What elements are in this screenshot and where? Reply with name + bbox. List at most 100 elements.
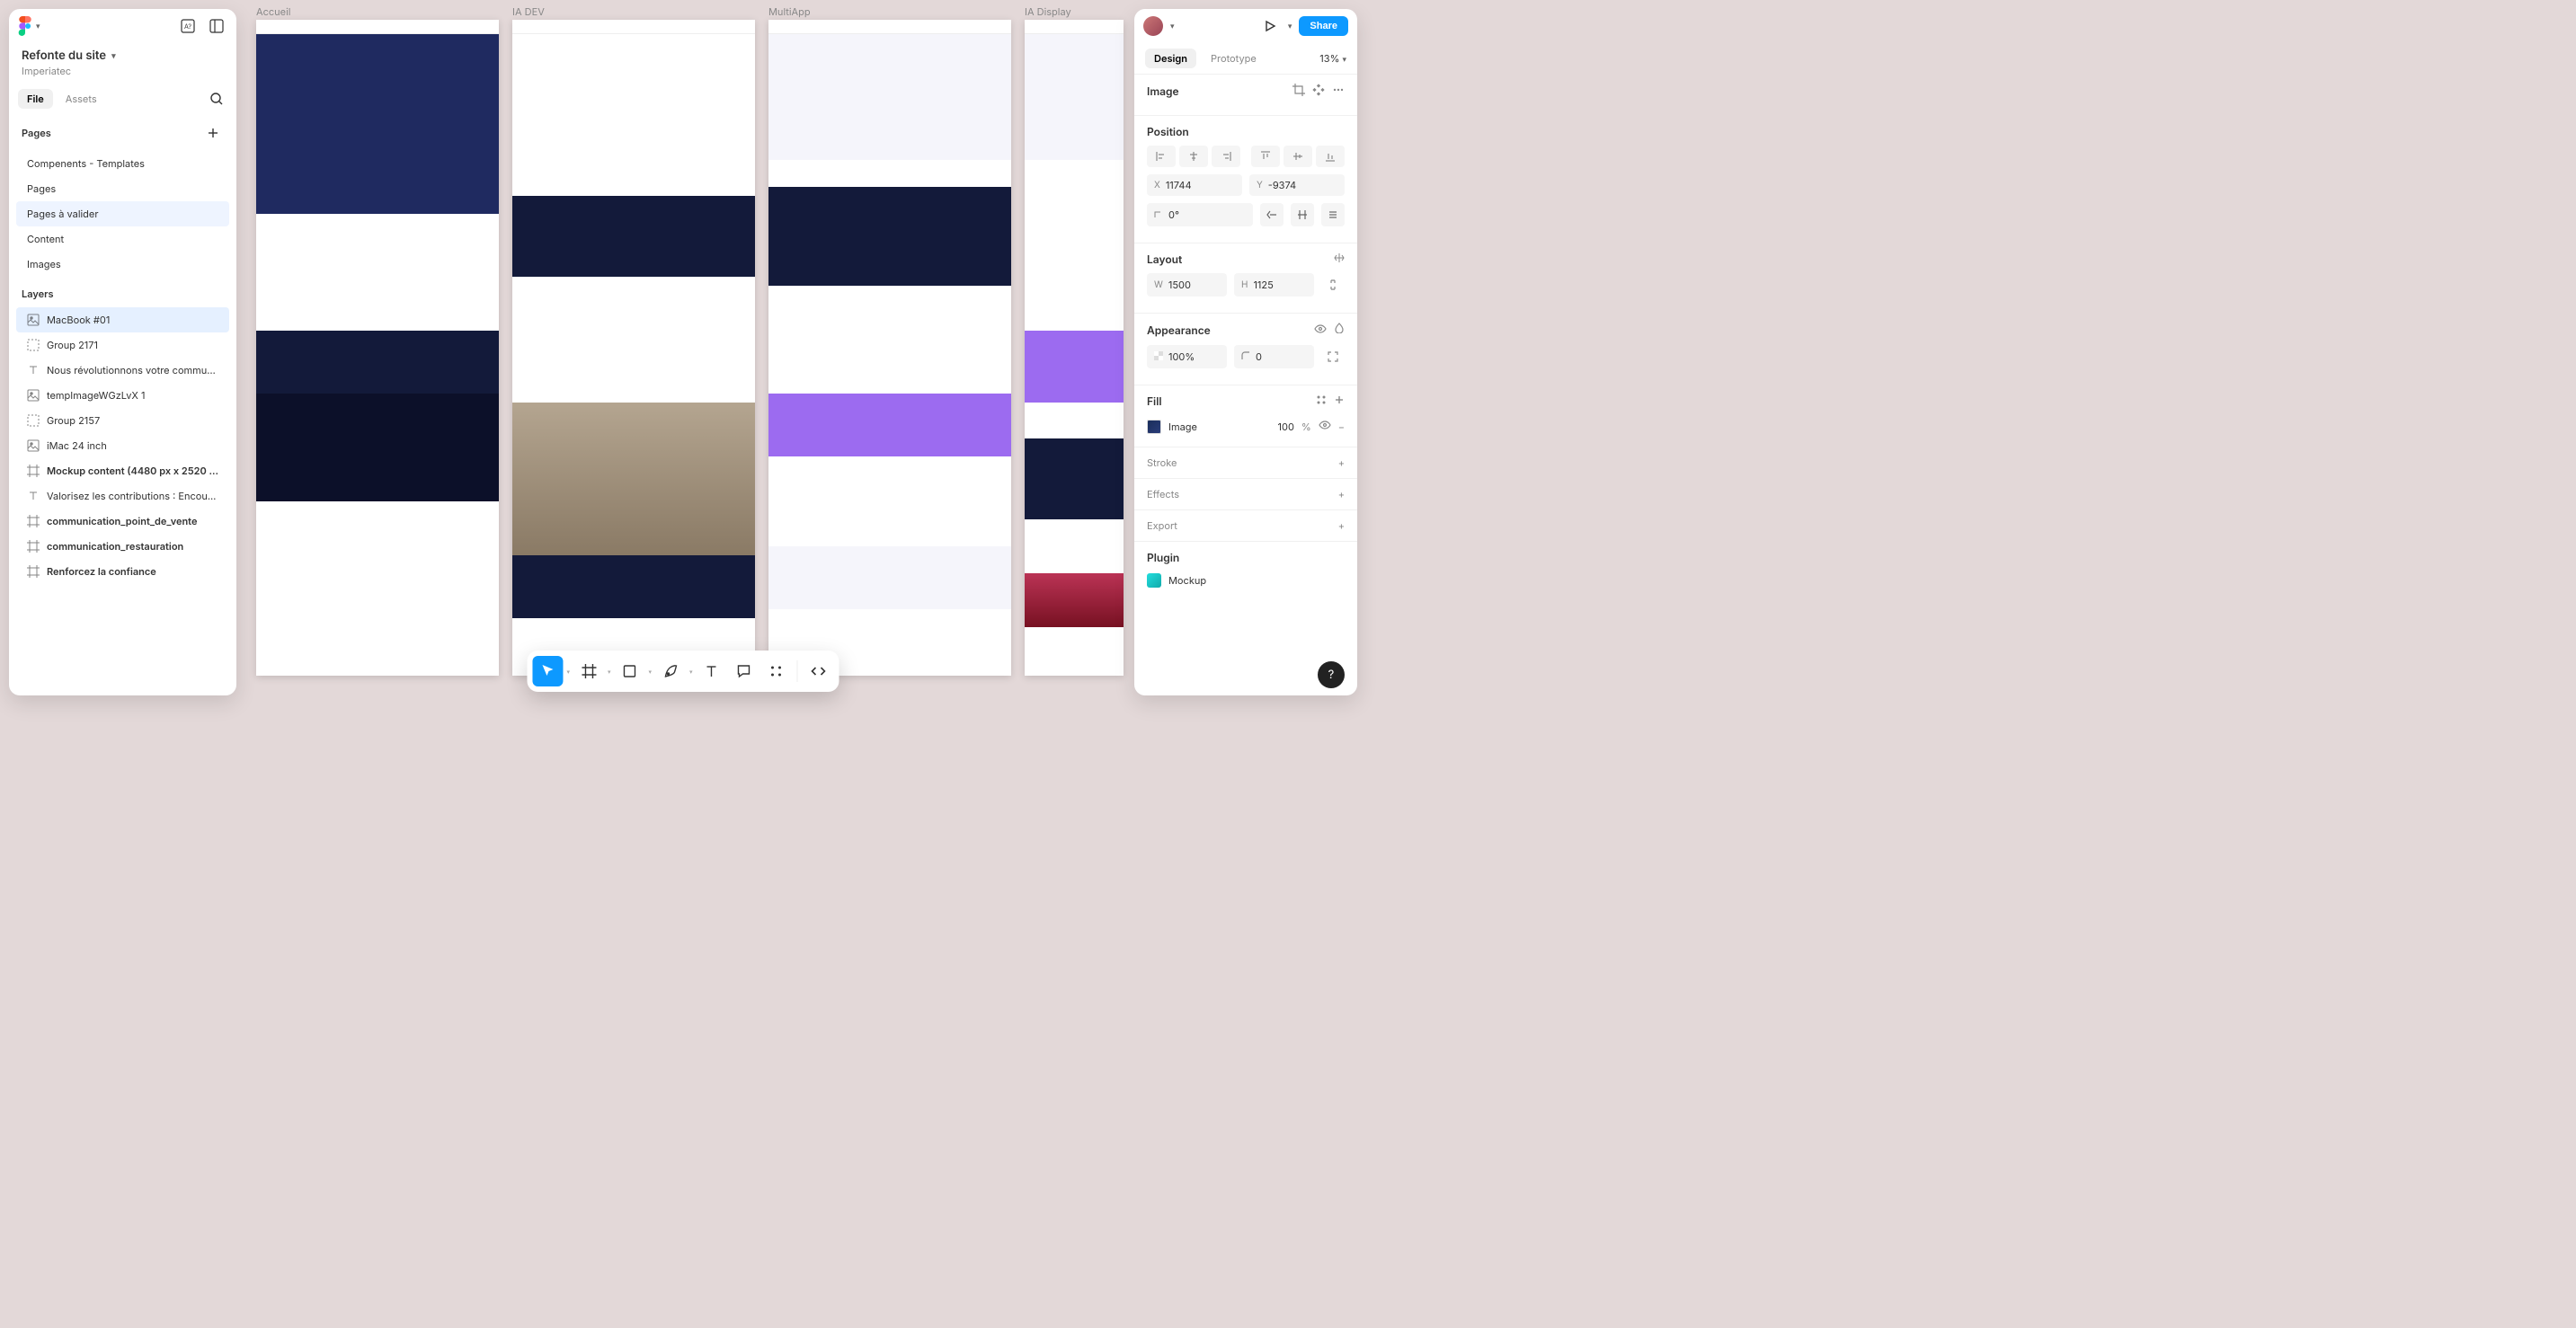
- help-button[interactable]: ?: [1318, 661, 1345, 688]
- fill-opacity[interactable]: 100: [1278, 421, 1294, 433]
- frame-ia-display[interactable]: [1025, 20, 1124, 676]
- plugin-header: Plugin: [1147, 551, 1179, 564]
- zoom-level[interactable]: 13% ▾: [1319, 52, 1346, 65]
- search-icon[interactable]: [206, 88, 227, 110]
- page-item[interactable]: Images: [16, 252, 229, 277]
- canvas[interactable]: Accueil IA DEV MultiApp IA Display: [243, 0, 1133, 704]
- more-transform-button[interactable]: [1321, 203, 1345, 226]
- align-bottom-button[interactable]: [1316, 146, 1345, 167]
- layer-item[interactable]: Nous révolutionnons votre commu…: [16, 358, 229, 383]
- layer-item[interactable]: Group 2171: [16, 332, 229, 358]
- visibility-icon[interactable]: [1314, 323, 1327, 338]
- frame-tool[interactable]: [573, 656, 604, 686]
- autolayout-icon[interactable]: [1334, 252, 1345, 266]
- pen-tool[interactable]: [655, 656, 686, 686]
- layer-item[interactable]: MacBook #01: [16, 307, 229, 332]
- share-button[interactable]: Share: [1299, 16, 1348, 36]
- effects-header[interactable]: Effects: [1147, 488, 1179, 500]
- image-icon: [27, 439, 40, 452]
- opacity-input[interactable]: 100%: [1147, 345, 1227, 368]
- comment-tool[interactable]: [729, 656, 759, 686]
- corner-detail-button[interactable]: [1321, 345, 1345, 368]
- height-input[interactable]: H1125: [1234, 273, 1314, 297]
- actions-tool[interactable]: [761, 656, 792, 686]
- crop-icon[interactable]: [1292, 84, 1305, 99]
- add-page-button[interactable]: [202, 122, 224, 144]
- chevron-down-icon[interactable]: ▾: [1288, 22, 1292, 31]
- page-item[interactable]: Pages: [16, 176, 229, 201]
- page-item[interactable]: Pages à valider: [16, 201, 229, 226]
- move-tool[interactable]: [532, 656, 563, 686]
- align-hcenter-button[interactable]: [1179, 146, 1208, 167]
- component-icon[interactable]: [1312, 84, 1325, 99]
- chevron-down-icon[interactable]: ▾: [36, 22, 40, 31]
- tab-prototype[interactable]: Prototype: [1202, 49, 1266, 68]
- y-input[interactable]: Y-9374: [1249, 174, 1345, 196]
- tab-assets[interactable]: Assets: [57, 89, 106, 109]
- layer-item[interactable]: Renforcez la confiance: [16, 559, 229, 584]
- page-item[interactable]: Compenents - Templates: [16, 151, 229, 176]
- appearance-header: Appearance: [1147, 323, 1211, 337]
- layer-item[interactable]: communication_point_de_vente: [16, 509, 229, 534]
- team-name[interactable]: Imperiatec: [22, 65, 224, 77]
- chevron-down-icon[interactable]: ▾: [564, 668, 572, 676]
- layer-item[interactable]: communication_restauration: [16, 534, 229, 559]
- stroke-header[interactable]: Stroke: [1147, 456, 1177, 469]
- toolbar: ▾ ▾ ▾ ▾: [527, 651, 839, 692]
- frame-label[interactable]: Accueil: [256, 5, 290, 18]
- fill-swatch[interactable]: [1147, 420, 1161, 434]
- tab-file[interactable]: File: [18, 89, 53, 109]
- frame-label[interactable]: IA Display: [1025, 5, 1071, 18]
- frame-multiapp[interactable]: [768, 20, 1011, 676]
- layer-item[interactable]: iMac 24 inch: [16, 433, 229, 458]
- layer-item[interactable]: Valorisez les contributions : Encou…: [16, 483, 229, 509]
- text-icon: [27, 364, 40, 376]
- flip-h-button[interactable]: [1260, 203, 1284, 226]
- align-left-button[interactable]: [1147, 146, 1176, 167]
- add-export-button[interactable]: +: [1338, 519, 1345, 532]
- add-stroke-button[interactable]: +: [1338, 456, 1345, 469]
- styles-icon[interactable]: [1316, 394, 1327, 408]
- layer-item[interactable]: Mockup content (4480 px x 2520 …: [16, 458, 229, 483]
- frame-label[interactable]: MultiApp: [768, 5, 811, 18]
- export-header[interactable]: Export: [1147, 519, 1177, 532]
- frame-ia-dev[interactable]: [512, 20, 755, 676]
- chevron-down-icon[interactable]: ▾: [688, 668, 695, 676]
- width-input[interactable]: W1500: [1147, 273, 1227, 297]
- chevron-down-icon[interactable]: ▾: [606, 668, 613, 676]
- align-vcenter-button[interactable]: [1284, 146, 1312, 167]
- frame-label[interactable]: IA DEV: [512, 5, 545, 18]
- shape-tool[interactable]: [615, 656, 645, 686]
- layer-item[interactable]: tempImageWGzLvX 1: [16, 383, 229, 408]
- align-top-button[interactable]: [1251, 146, 1280, 167]
- page-item[interactable]: Content: [16, 226, 229, 252]
- figma-logo-icon[interactable]: [18, 16, 32, 36]
- align-right-button[interactable]: [1212, 146, 1240, 167]
- fill-type[interactable]: Image: [1168, 421, 1271, 433]
- visibility-icon[interactable]: [1319, 419, 1331, 434]
- a11y-icon[interactable]: A?: [177, 15, 199, 37]
- lock-aspect-button[interactable]: [1321, 273, 1345, 297]
- chevron-down-icon[interactable]: ▾: [647, 668, 654, 676]
- text-tool[interactable]: [697, 656, 727, 686]
- flip-v-button[interactable]: [1291, 203, 1314, 226]
- radius-input[interactable]: 0: [1234, 345, 1314, 368]
- plugin-item[interactable]: Mockup: [1168, 574, 1206, 587]
- image-icon: [27, 389, 40, 402]
- dev-mode-tool[interactable]: [804, 656, 834, 686]
- tab-design[interactable]: Design: [1145, 49, 1196, 68]
- x-input[interactable]: X11744: [1147, 174, 1242, 196]
- panel-toggle-icon[interactable]: [206, 15, 227, 37]
- add-fill-button[interactable]: [1334, 394, 1345, 408]
- play-icon[interactable]: [1259, 15, 1281, 37]
- avatar[interactable]: [1143, 16, 1163, 36]
- rotation-input[interactable]: 0°: [1147, 203, 1253, 226]
- frame-accueil[interactable]: [256, 20, 499, 676]
- blend-icon[interactable]: [1334, 323, 1345, 338]
- file-title[interactable]: Refonte du site ▾: [22, 49, 224, 63]
- chevron-down-icon[interactable]: ▾: [1170, 22, 1175, 31]
- remove-fill-button[interactable]: −: [1338, 421, 1345, 433]
- add-effect-button[interactable]: +: [1338, 488, 1345, 500]
- more-icon[interactable]: [1332, 84, 1345, 99]
- layer-item[interactable]: Group 2157: [16, 408, 229, 433]
